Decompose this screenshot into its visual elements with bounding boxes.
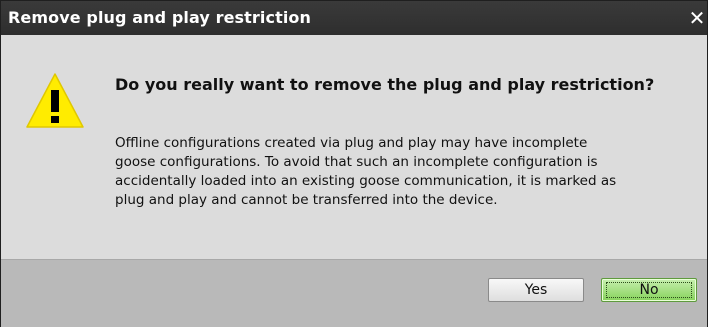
message-text: Offline configurations created via plug …	[115, 134, 695, 210]
titlebar: Remove plug and play restriction ✕	[1, 1, 707, 35]
dialog-content: Do you really want to remove the plug an…	[1, 35, 707, 259]
yes-button[interactable]: Yes	[488, 278, 584, 302]
message-line: goose configurations. To avoid that such…	[115, 154, 598, 170]
close-icon[interactable]: ✕	[687, 6, 707, 30]
message-line: accidentally loaded into an existing goo…	[115, 173, 617, 189]
no-button-label: No	[639, 282, 659, 298]
dialog-window: Remove plug and play restriction ✕ Do yo…	[0, 0, 708, 327]
no-button[interactable]: No	[601, 278, 697, 302]
warning-icon	[26, 73, 84, 128]
dialog-title: Remove plug and play restriction	[8, 8, 311, 27]
question-text: Do you really want to remove the plug an…	[115, 75, 655, 94]
message-line: Offline configurations created via plug …	[115, 135, 588, 151]
message-line: plug and play and cannot be transferred …	[115, 192, 498, 208]
